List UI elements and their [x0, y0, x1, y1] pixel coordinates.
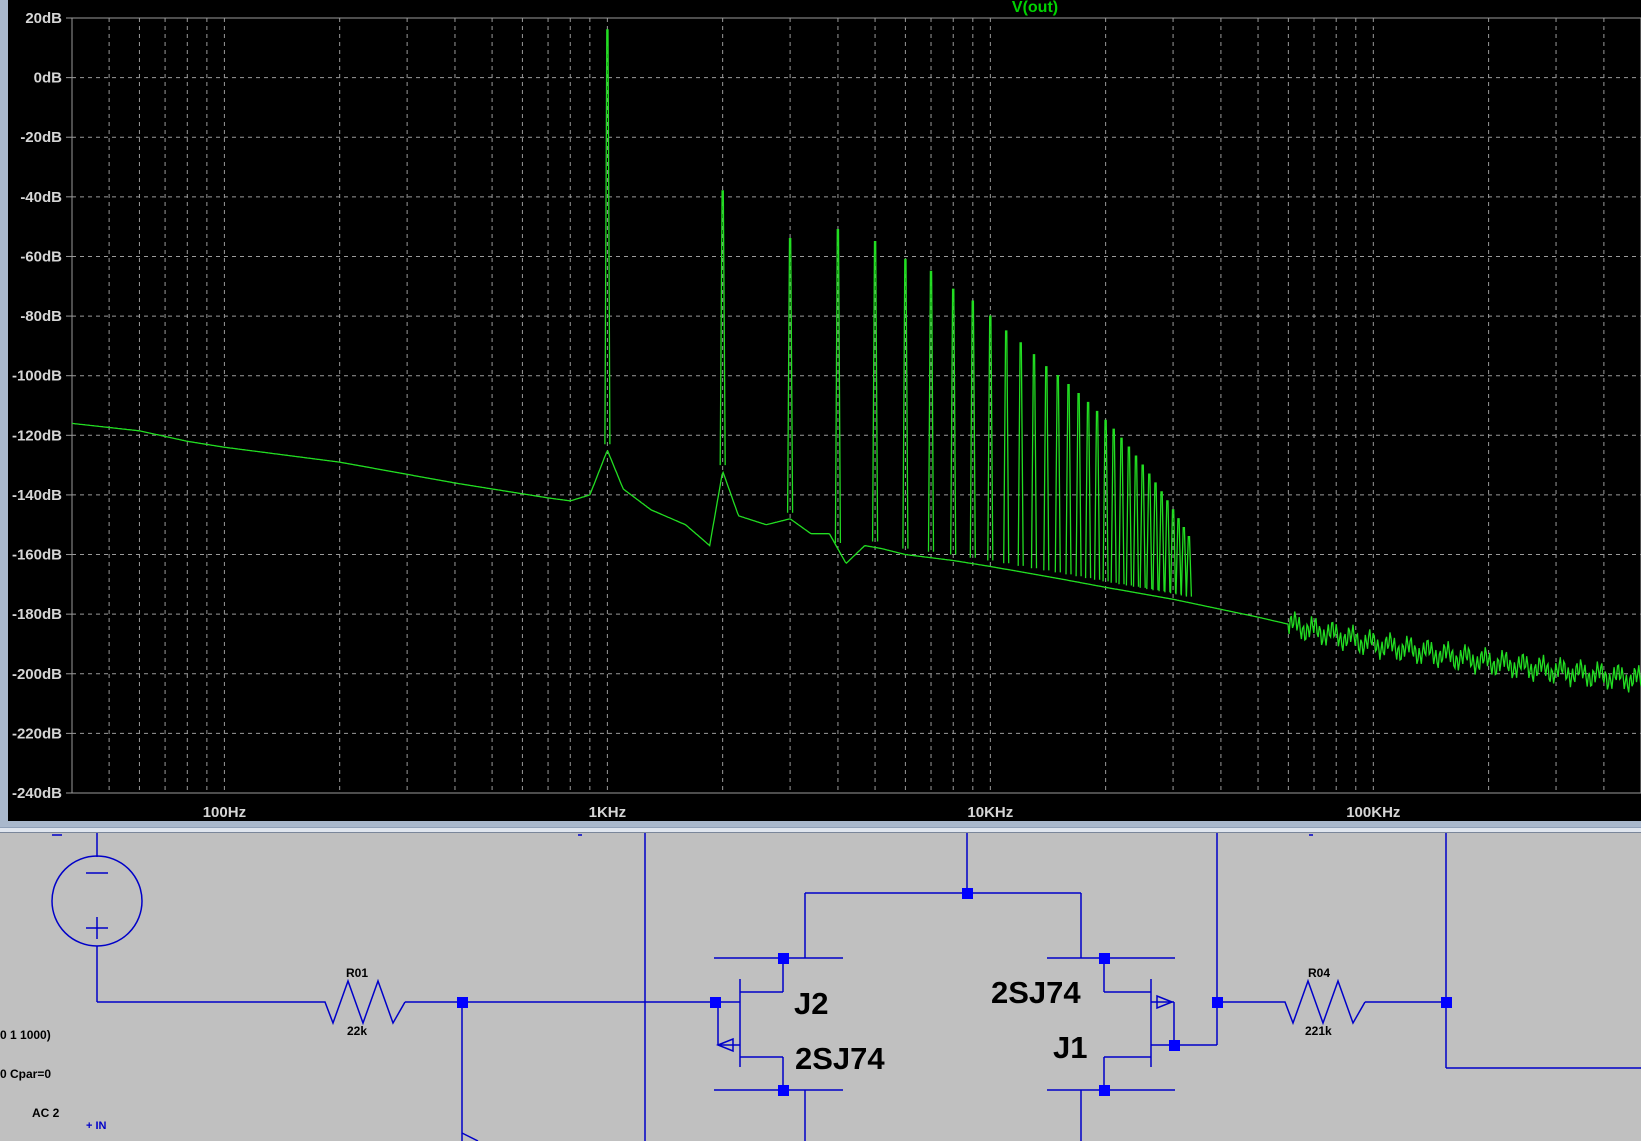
wire-output[interactable] [1216, 833, 1641, 1069]
junction-dot [710, 997, 721, 1008]
schematic-pane[interactable]: R01 22k J2 2SJ74 2SJ74 J1 R04 221k 0 1 1… [0, 833, 1641, 1141]
x-tick-label: 1KHz [589, 804, 627, 821]
junction-dots [457, 888, 1452, 1096]
y-tick-label: 20dB [25, 10, 62, 27]
plot-background [0, 0, 1641, 827]
y-tick-label: -80dB [20, 308, 62, 325]
y-tick-label: -140dB [12, 487, 62, 504]
net-label-in[interactable]: + IN [86, 1120, 107, 1132]
y-tick-label: -100dB [12, 368, 62, 385]
x-tick-label: 10KHz [967, 804, 1013, 821]
junction-dot [1169, 1040, 1180, 1051]
wire-input[interactable] [97, 833, 715, 1141]
y-tick-label: 0dB [34, 70, 63, 87]
junction-dot [962, 888, 973, 899]
x-tick-label: 100KHz [1346, 804, 1400, 821]
plot-left-border [0, 0, 8, 827]
junction-dot [778, 1085, 789, 1096]
j1-part-label: 2SJ74 [991, 975, 1081, 1010]
y-tick-label: -200dB [12, 666, 62, 683]
x-tick-label: 100Hz [203, 804, 246, 821]
r01-value-label: 22k [347, 1024, 367, 1038]
y-tick-label: -120dB [12, 427, 62, 444]
source-ac-label: AC 2 [32, 1106, 60, 1120]
junction-dot [1212, 997, 1223, 1008]
wire-top-bridge[interactable] [805, 833, 1082, 958]
resistor-r04[interactable] [1275, 978, 1366, 1026]
waveform-viewer-pane[interactable]: 20dB 0dB -20dB -40dB -60dB -80dB -100dB -120dB -… [0, 0, 1641, 827]
j2-part-label: 2SJ74 [795, 1041, 885, 1076]
y-tick-label: -40dB [20, 189, 62, 206]
r04-value-label: 221k [1305, 1024, 1332, 1038]
junction-dot [778, 953, 789, 964]
junction-dot [457, 997, 468, 1008]
y-tick-label: -240dB [12, 785, 62, 802]
trace-title[interactable]: V(out) [1012, 0, 1058, 16]
junction-dot [1099, 953, 1110, 964]
r01-name-label: R01 [346, 966, 368, 980]
y-tick-label: -60dB [20, 248, 62, 265]
junction-dot [1099, 1085, 1110, 1096]
y-tick-label: -180dB [12, 606, 62, 623]
r04-name-label: R04 [1308, 966, 1330, 980]
y-tick-label: -220dB [12, 725, 62, 742]
source-param-line2: 0 Cpar=0 [0, 1067, 51, 1081]
source-param-line1: 0 1 1000) [0, 1028, 51, 1042]
fft-plot[interactable]: 20dB 0dB -20dB -40dB -60dB -80dB -100dB -120dB -… [0, 0, 1641, 827]
resistor-r01[interactable] [315, 978, 406, 1026]
j1-name-label: J1 [1053, 1030, 1087, 1065]
voltage-source-v2[interactable] [51, 833, 143, 1002]
y-tick-label: -20dB [20, 129, 62, 146]
y-tick-label: -160dB [12, 547, 62, 564]
junction-dot [1441, 997, 1452, 1008]
j2-name-label: J2 [794, 986, 828, 1021]
schematic-canvas[interactable]: R01 22k J2 2SJ74 2SJ74 J1 R04 221k 0 1 1… [0, 833, 1641, 1141]
